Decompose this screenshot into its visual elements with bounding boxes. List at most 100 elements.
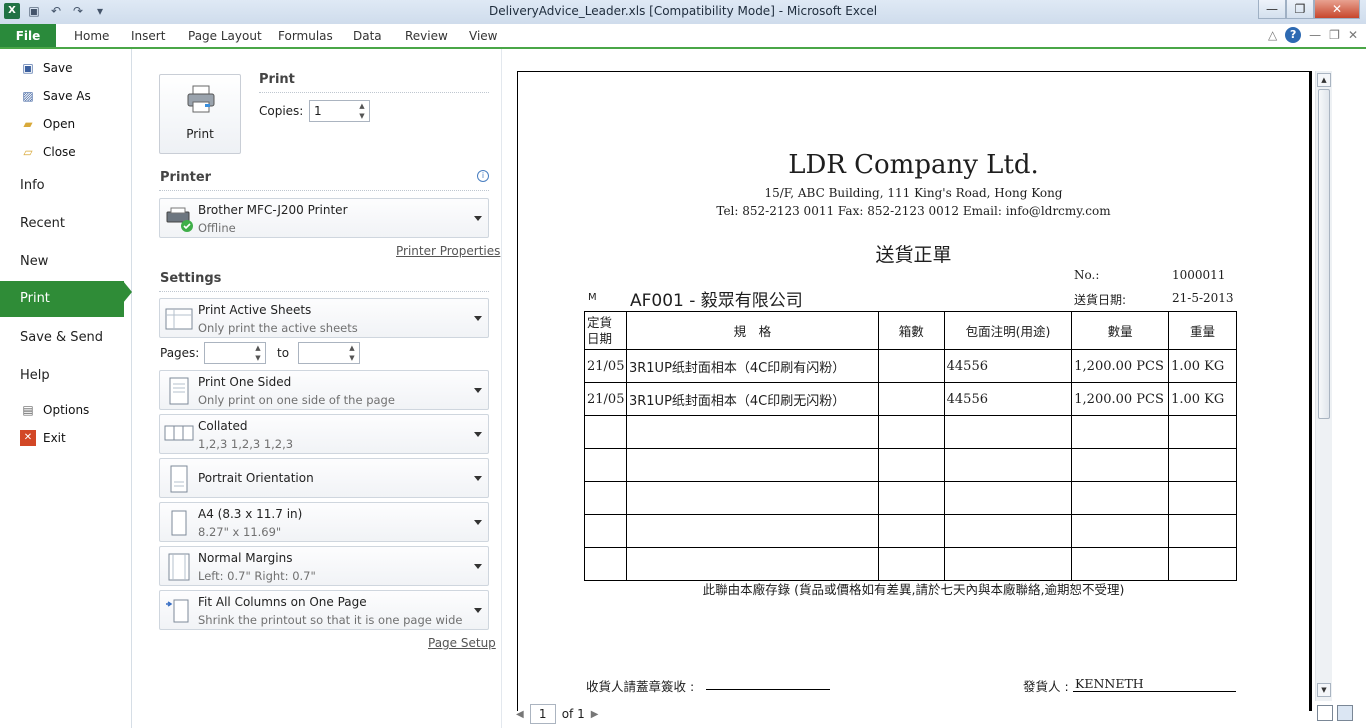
nav-close[interactable]: ▱ Close [20,142,75,162]
pages-from-input[interactable]: ▲ ▼ [204,342,266,364]
cell-weight: 1.00 KG [1168,382,1237,416]
maximize-button[interactable]: ❐ [1286,0,1314,19]
save-icon: ▣ [22,61,34,75]
nav-save-as[interactable]: ▨ Save As [20,86,91,106]
collate-select[interactable]: Collated 1,2,3 1,2,3 1,2,3 [159,414,489,454]
printer-icon [187,85,215,113]
scroll-up-icon[interactable]: ▲ [1317,73,1331,87]
nav-open-label: Open [43,117,76,131]
cell-spec: 3R1UP纸封面相本（4C印刷无闪粉） [625,382,879,416]
print-what-sub: Only print the active sheets [198,321,358,335]
help-icon[interactable]: ? [1285,27,1302,43]
nav-options[interactable]: ▤ Options [20,400,89,420]
paper-size-title: A4 (8.3 x 11.7 in) [198,507,303,521]
nav-print[interactable]: Print [0,281,124,317]
chevron-down-icon [474,520,482,525]
chevron-down-icon [474,388,482,393]
collate-sub: 1,2,3 1,2,3 1,2,3 [198,437,294,451]
workbook-restore-icon[interactable]: ❐ [1329,28,1340,42]
printer-heading: Printer [160,170,212,185]
nav-open[interactable]: ▰ Open [20,114,75,134]
sides-select[interactable]: Print One Sided Only print on one side o… [159,370,489,410]
previous-page-icon[interactable]: ◀ [516,709,524,720]
nav-save[interactable]: ▣ Save [20,58,72,78]
pages-to-input[interactable]: ▲ ▼ [298,342,360,364]
column-header: 包面注明(用途) [943,311,1073,350]
tab-home[interactable]: Home [74,24,109,48]
table-row-empty [584,415,1237,449]
copies-spinner[interactable]: ▲ ▼ [355,101,369,121]
info-icon[interactable]: i [477,170,489,182]
one-sided-icon [169,377,189,405]
sender-value: KENNETH [1073,676,1236,692]
nav-save-label: Save [43,61,73,75]
minimize-button[interactable]: — [1258,0,1286,19]
chevron-down-icon [474,316,482,321]
printer-device-icon [166,207,193,232]
tab-file[interactable]: File [0,24,56,48]
page-number-input[interactable]: 1 [529,704,556,724]
minimize-ribbon-icon[interactable]: △ [1268,28,1277,42]
footnote: 此聯由本廠存錄 (貨品或價格如有差異,請於七天內與本廠聯絡,逾期恕不受理) [702,582,1125,597]
company-address: 15/F, ABC Building, 111 King's Road, Hon… [764,186,1063,200]
zoom-to-page-icon[interactable] [1337,705,1353,721]
workbook-close-icon[interactable]: ✕ [1348,28,1358,42]
chevron-down-icon [474,216,482,221]
tab-page-layout[interactable]: Page Layout [188,24,262,48]
tab-view[interactable]: View [469,24,497,48]
close-button[interactable]: ✕ [1314,0,1360,19]
workbook-minimize-icon[interactable]: — [1309,28,1321,42]
tab-review[interactable]: Review [405,24,448,48]
next-page-icon[interactable]: ▶ [591,709,599,720]
printer-select[interactable]: Brother MFC-J200 Printer Offline [159,198,489,238]
pages-to-spinner[interactable]: ▲ ▼ [345,343,359,363]
preview-scrollbar[interactable]: ▲ ▼ [1315,71,1332,701]
copies-input[interactable]: 1 ▲ ▼ [309,100,370,122]
backstage-nav: ▣ Save ▨ Save As ▰ Open ▱ Close Info Rec… [0,49,132,728]
paper-size-select[interactable]: A4 (8.3 x 11.7 in) 8.27" x 11.69" [159,502,489,542]
close-folder-icon: ▱ [23,145,33,159]
scroll-down-icon[interactable]: ▼ [1317,683,1331,697]
sides-sub: Only print on one side of the page [198,393,395,407]
print-button[interactable]: Print [159,74,241,154]
copies-label: Copies: [259,104,304,118]
pages-from-spinner[interactable]: ▲ ▼ [251,343,265,363]
cell-spec: 3R1UP纸封面相本（4C印刷有闪粉） [625,349,879,383]
document-title: 送貨正單 [875,244,952,266]
page-setup-link[interactable]: Page Setup [428,636,496,650]
margins-select[interactable]: Normal Margins Left: 0.7" Right: 0.7" [159,546,489,586]
chevron-down-icon [474,608,482,613]
printer-status: Offline [198,221,236,235]
print-what-select[interactable]: Print Active Sheets Only print the activ… [159,298,489,338]
scroll-thumb[interactable] [1318,89,1330,419]
nav-save-send[interactable]: Save & Send [20,330,103,345]
nav-recent[interactable]: Recent [20,216,65,231]
scaling-select[interactable]: Fit All Columns on One Page Shrink the p… [159,590,489,630]
fit-columns-icon [166,599,189,623]
tab-data[interactable]: Data [353,24,382,48]
column-header: 規 格 [625,311,879,350]
table-header-row: 定貨 日期 規 格 箱數 包面注明(用途) 數量 重量 [584,311,1237,350]
nav-help[interactable]: Help [20,368,50,383]
show-margins-icon[interactable] [1317,705,1333,721]
no-label: No.: [1074,268,1100,282]
scaling-sub: Shrink the printout so that it is one pa… [198,613,463,627]
delivery-date-label: 送貨日期: [1074,293,1127,307]
save-as-icon: ▨ [22,89,34,103]
collate-title: Collated [198,419,248,433]
orientation-select[interactable]: Portrait Orientation [159,458,489,498]
delivery-table: 定貨 日期 規 格 箱數 包面注明(用途) 數量 重量 21/05 3R1UP纸… [584,311,1237,581]
nav-info[interactable]: Info [20,178,45,193]
tab-insert[interactable]: Insert [131,24,165,48]
nav-new[interactable]: New [20,254,48,269]
cell-package: 44556 [943,349,1073,383]
page-count: of 1 [561,707,585,721]
nav-exit[interactable]: ✕ Exit [20,428,66,448]
receiver-label: 收貨人請蓋章簽收 : [586,679,695,694]
nav-save-as-label: Save As [43,89,91,103]
print-settings-panel: Print Print Copies: 1 ▲ ▼ Printer i Broth… [132,49,502,728]
table-row-empty [584,514,1237,548]
tab-formulas[interactable]: Formulas [278,24,333,48]
printer-properties-link[interactable]: Printer Properties [396,244,500,258]
nav-exit-label: Exit [43,431,66,445]
